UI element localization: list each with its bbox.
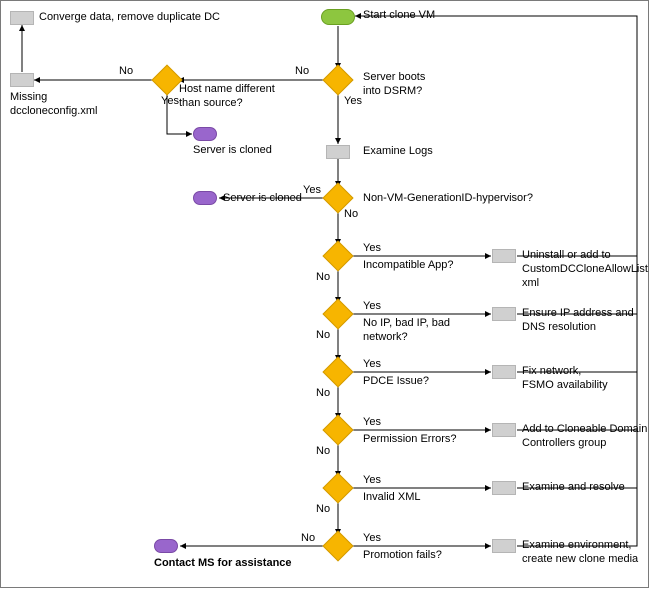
promo-decision: [322, 530, 353, 561]
xml-no: No: [316, 503, 330, 517]
promo-fix-label: Examine environment, create new clone me…: [522, 539, 638, 567]
badip-label: No IP, bad IP, bad network?: [363, 317, 450, 345]
badip-yes: Yes: [363, 300, 381, 314]
pdce-no: No: [316, 387, 330, 401]
perm-label: Permission Errors?: [363, 433, 457, 447]
examine-logs-label: Examine Logs: [363, 145, 433, 159]
pdce-yes: Yes: [363, 358, 381, 372]
converge-label: Converge data, remove duplicate DC: [39, 11, 220, 25]
converge-box: [10, 11, 34, 25]
examine-logs-box: [326, 145, 350, 159]
nonvm-label: Non-VM-GenerationID-hypervisor?: [363, 192, 533, 206]
xml-yes: Yes: [363, 474, 381, 488]
hostname-no: No: [119, 65, 133, 79]
xml-label: Invalid XML: [363, 491, 420, 505]
dsrm-label: Server boots into DSRM?: [363, 71, 425, 99]
incompat-no: No: [316, 271, 330, 285]
perm-yes: Yes: [363, 416, 381, 430]
incompat-yes: Yes: [363, 242, 381, 256]
contact-label: Contact MS for assistance: [154, 557, 292, 571]
xml-fix-label: Examine and resolve: [522, 481, 625, 495]
perm-decision: [322, 414, 353, 445]
xml-fix-box: [492, 481, 516, 495]
pdce-decision: [322, 356, 353, 387]
incompat-fix-label: Uninstall or add to CustomDCCloneAllowLi…: [522, 249, 649, 290]
pdce-fix-box: [492, 365, 516, 379]
nonvm-yes: Yes: [303, 184, 321, 198]
cloned1-label: Server is cloned: [193, 144, 272, 158]
promo-fix-box: [492, 539, 516, 553]
badip-decision: [322, 298, 353, 329]
incompat-label: Incompatible App?: [363, 259, 454, 273]
perm-fix-box: [492, 423, 516, 437]
nonvm-no: No: [344, 208, 358, 222]
cloned1-node: [193, 127, 217, 141]
badip-fix-box: [492, 307, 516, 321]
contact-node: [154, 539, 178, 553]
start-label: Start clone VM: [363, 9, 435, 23]
perm-fix-label: Add to Cloneable Domain Controllers grou…: [522, 423, 647, 451]
promo-label: Promotion fails?: [363, 549, 442, 563]
xml-decision: [322, 472, 353, 503]
incompat-fix-box: [492, 249, 516, 263]
cloned2-label: Server is cloned: [223, 192, 302, 206]
incompat-decision: [322, 240, 353, 271]
perm-no: No: [316, 445, 330, 459]
promo-yes: Yes: [363, 532, 381, 546]
start-node: [321, 9, 355, 25]
hostname-decision: [151, 64, 182, 95]
badip-no: No: [316, 329, 330, 343]
hostname-label: Host name different than source?: [179, 83, 275, 111]
missing-box: [10, 73, 34, 87]
dsrm-no: No: [295, 65, 309, 79]
dsrm-decision: [322, 64, 353, 95]
cloned2-node: [193, 191, 217, 205]
hostname-yes: Yes: [161, 95, 179, 109]
pdce-fix-label: Fix network, FSMO availability: [522, 365, 608, 393]
dsrm-yes: Yes: [344, 95, 362, 109]
badip-fix-label: Ensure IP address and DNS resolution: [522, 307, 634, 335]
promo-no: No: [301, 532, 315, 546]
missing-label: Missing dccloneconfig.xml: [10, 91, 97, 119]
pdce-label: PDCE Issue?: [363, 375, 429, 389]
